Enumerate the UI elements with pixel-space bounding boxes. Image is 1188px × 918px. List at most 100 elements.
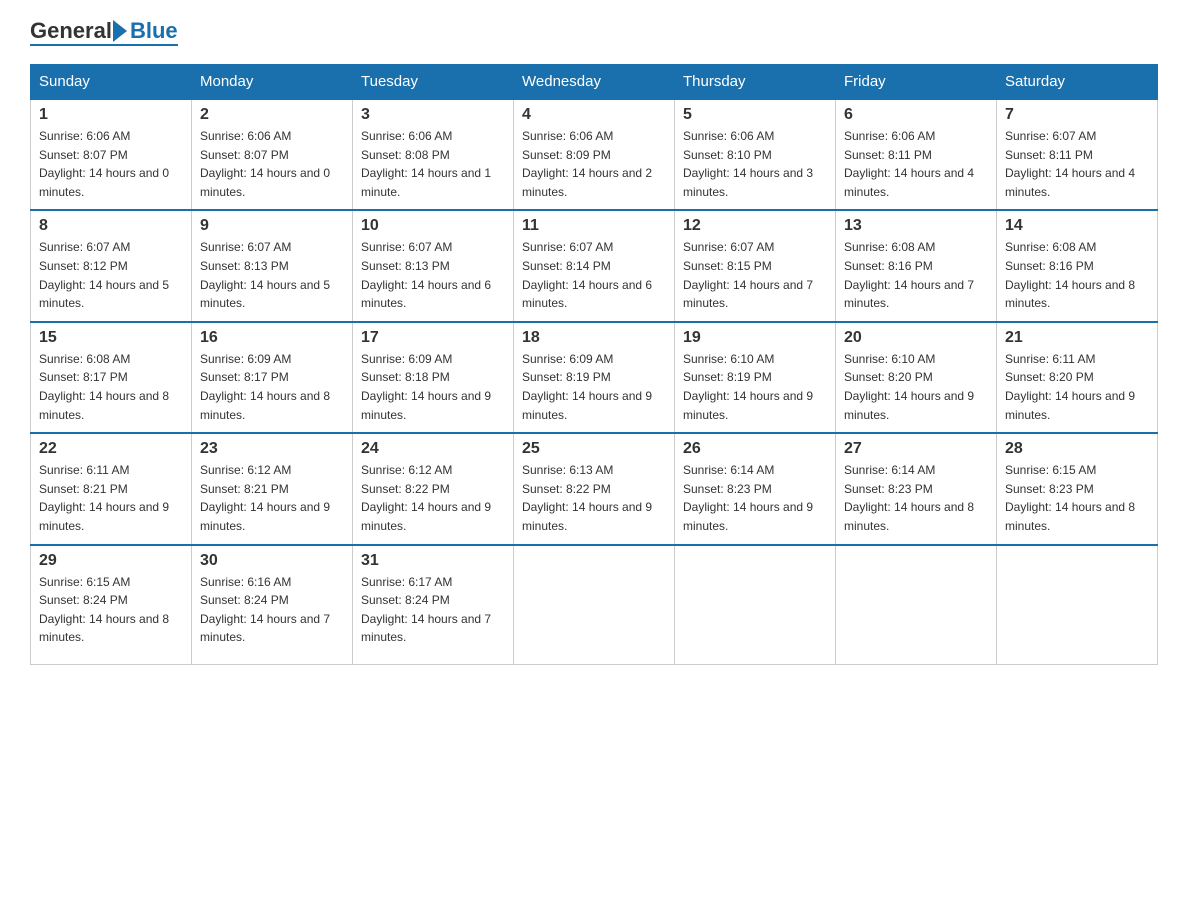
day-info: Sunrise: 6:09 AMSunset: 8:18 PMDaylight:… — [361, 352, 491, 422]
calendar-cell: 2 Sunrise: 6:06 AMSunset: 8:07 PMDaylight… — [192, 99, 353, 210]
calendar-cell: 23Sunrise: 6:12 AMSunset: 8:21 PMDayligh… — [192, 433, 353, 544]
day-number: 19 — [683, 329, 827, 347]
day-info: Sunrise: 6:08 AMSunset: 8:16 PMDaylight:… — [844, 240, 974, 310]
calendar-cell — [836, 545, 997, 665]
day-number: 6 — [844, 106, 988, 124]
day-info: Sunrise: 6:14 AMSunset: 8:23 PMDaylight:… — [844, 463, 974, 533]
day-number: 29 — [39, 552, 183, 570]
calendar-cell: 18 Sunrise: 6:09 AMSunset: 8:19 PMDayligh… — [514, 322, 675, 433]
calendar-cell: 13 Sunrise: 6:08 AMSunset: 8:16 PMDayligh… — [836, 210, 997, 321]
day-number: 18 — [522, 329, 666, 347]
calendar-cell: 5 Sunrise: 6:06 AMSunset: 8:10 PMDaylight… — [675, 99, 836, 210]
day-number: 16 — [200, 329, 344, 347]
column-header-tuesday: Tuesday — [353, 65, 514, 100]
calendar-cell: 3Sunrise: 6:06 AMSunset: 8:08 PMDaylight… — [353, 99, 514, 210]
day-info: Sunrise: 6:13 AMSunset: 8:22 PMDaylight:… — [522, 463, 652, 533]
column-header-sunday: Sunday — [31, 65, 192, 100]
calendar-cell: 29 Sunrise: 6:15 AMSunset: 8:24 PMDayligh… — [31, 545, 192, 665]
day-info: Sunrise: 6:06 AMSunset: 8:07 PMDaylight:… — [39, 129, 169, 199]
column-header-thursday: Thursday — [675, 65, 836, 100]
calendar-cell: 10 Sunrise: 6:07 AMSunset: 8:13 PMDayligh… — [353, 210, 514, 321]
day-info: Sunrise: 6:14 AMSunset: 8:23 PMDaylight:… — [683, 463, 813, 533]
day-info: Sunrise: 6:08 AMSunset: 8:16 PMDaylight:… — [1005, 240, 1135, 310]
day-info: Sunrise: 6:07 AMSunset: 8:13 PMDaylight:… — [361, 240, 491, 310]
day-info: Sunrise: 6:15 AMSunset: 8:23 PMDaylight:… — [1005, 463, 1135, 533]
day-number: 24 — [361, 440, 505, 458]
day-number: 7 — [1005, 106, 1149, 124]
logo: General Blue — [30, 20, 178, 46]
day-info: Sunrise: 6:09 AMSunset: 8:17 PMDaylight:… — [200, 352, 330, 422]
day-number: 17 — [361, 329, 505, 347]
calendar-cell: 20Sunrise: 6:10 AMSunset: 8:20 PMDayligh… — [836, 322, 997, 433]
calendar-table: SundayMondayTuesdayWednesdayThursdayFrid… — [30, 64, 1158, 665]
day-number: 3 — [361, 106, 505, 124]
page-header: General Blue — [30, 20, 1158, 46]
calendar-cell: 31 Sunrise: 6:17 AMSunset: 8:24 PMDayligh… — [353, 545, 514, 665]
day-number: 11 — [522, 217, 666, 235]
day-number: 28 — [1005, 440, 1149, 458]
day-number: 23 — [200, 440, 344, 458]
calendar-cell: 1 Sunrise: 6:06 AMSunset: 8:07 PMDaylight… — [31, 99, 192, 210]
calendar-cell: 26 Sunrise: 6:14 AMSunset: 8:23 PMDayligh… — [675, 433, 836, 544]
day-number: 1 — [39, 106, 183, 124]
calendar-cell: 6Sunrise: 6:06 AMSunset: 8:11 PMDaylight… — [836, 99, 997, 210]
day-number: 8 — [39, 217, 183, 235]
column-header-friday: Friday — [836, 65, 997, 100]
calendar-cell: 7 Sunrise: 6:07 AMSunset: 8:11 PMDaylight… — [997, 99, 1158, 210]
day-number: 25 — [522, 440, 666, 458]
day-number: 22 — [39, 440, 183, 458]
calendar-cell: 19Sunrise: 6:10 AMSunset: 8:19 PMDayligh… — [675, 322, 836, 433]
calendar-cell: 27 Sunrise: 6:14 AMSunset: 8:23 PMDayligh… — [836, 433, 997, 544]
calendar-cell: 8 Sunrise: 6:07 AMSunset: 8:12 PMDaylight… — [31, 210, 192, 321]
day-info: Sunrise: 6:07 AMSunset: 8:11 PMDaylight:… — [1005, 129, 1135, 199]
day-info: Sunrise: 6:06 AMSunset: 8:07 PMDaylight:… — [200, 129, 330, 199]
day-info: Sunrise: 6:06 AMSunset: 8:09 PMDaylight:… — [522, 129, 652, 199]
day-number: 20 — [844, 329, 988, 347]
day-number: 14 — [1005, 217, 1149, 235]
day-number: 5 — [683, 106, 827, 124]
day-number: 2 — [200, 106, 344, 124]
calendar-cell: 15Sunrise: 6:08 AMSunset: 8:17 PMDayligh… — [31, 322, 192, 433]
calendar-cell — [997, 545, 1158, 665]
calendar-cell: 11 Sunrise: 6:07 AMSunset: 8:14 PMDayligh… — [514, 210, 675, 321]
calendar-cell: 22 Sunrise: 6:11 AMSunset: 8:21 PMDayligh… — [31, 433, 192, 544]
calendar-cell: 28 Sunrise: 6:15 AMSunset: 8:23 PMDayligh… — [997, 433, 1158, 544]
day-info: Sunrise: 6:15 AMSunset: 8:24 PMDaylight:… — [39, 575, 169, 645]
day-number: 12 — [683, 217, 827, 235]
day-number: 15 — [39, 329, 183, 347]
logo-general-text: General — [30, 20, 112, 42]
day-info: Sunrise: 6:06 AMSunset: 8:10 PMDaylight:… — [683, 129, 813, 199]
calendar-cell: 16 Sunrise: 6:09 AMSunset: 8:17 PMDayligh… — [192, 322, 353, 433]
calendar-cell: 9Sunrise: 6:07 AMSunset: 8:13 PMDaylight… — [192, 210, 353, 321]
logo-underline — [30, 44, 178, 46]
day-number: 4 — [522, 106, 666, 124]
day-info: Sunrise: 6:07 AMSunset: 8:13 PMDaylight:… — [200, 240, 330, 310]
day-number: 13 — [844, 217, 988, 235]
logo-blue-text: Blue — [130, 20, 178, 42]
calendar-cell — [675, 545, 836, 665]
day-info: Sunrise: 6:07 AMSunset: 8:15 PMDaylight:… — [683, 240, 813, 310]
calendar-cell: 25 Sunrise: 6:13 AMSunset: 8:22 PMDayligh… — [514, 433, 675, 544]
calendar-cell: 21Sunrise: 6:11 AMSunset: 8:20 PMDayligh… — [997, 322, 1158, 433]
day-number: 26 — [683, 440, 827, 458]
logo-arrow-icon — [113, 20, 127, 42]
day-info: Sunrise: 6:09 AMSunset: 8:19 PMDaylight:… — [522, 352, 652, 422]
day-info: Sunrise: 6:17 AMSunset: 8:24 PMDaylight:… — [361, 575, 491, 645]
calendar-header-row: SundayMondayTuesdayWednesdayThursdayFrid… — [31, 65, 1158, 100]
day-number: 31 — [361, 552, 505, 570]
day-number: 21 — [1005, 329, 1149, 347]
day-info: Sunrise: 6:16 AMSunset: 8:24 PMDaylight:… — [200, 575, 330, 645]
week-row-2: 8 Sunrise: 6:07 AMSunset: 8:12 PMDaylight… — [31, 210, 1158, 321]
day-info: Sunrise: 6:11 AMSunset: 8:21 PMDaylight:… — [39, 463, 169, 533]
week-row-5: 29 Sunrise: 6:15 AMSunset: 8:24 PMDayligh… — [31, 545, 1158, 665]
day-info: Sunrise: 6:07 AMSunset: 8:14 PMDaylight:… — [522, 240, 652, 310]
column-header-saturday: Saturday — [997, 65, 1158, 100]
day-number: 10 — [361, 217, 505, 235]
week-row-4: 22 Sunrise: 6:11 AMSunset: 8:21 PMDayligh… — [31, 433, 1158, 544]
calendar-cell: 24Sunrise: 6:12 AMSunset: 8:22 PMDayligh… — [353, 433, 514, 544]
calendar-cell: 17 Sunrise: 6:09 AMSunset: 8:18 PMDayligh… — [353, 322, 514, 433]
column-header-monday: Monday — [192, 65, 353, 100]
day-info: Sunrise: 6:07 AMSunset: 8:12 PMDaylight:… — [39, 240, 169, 310]
calendar-cell: 4 Sunrise: 6:06 AMSunset: 8:09 PMDaylight… — [514, 99, 675, 210]
day-number: 27 — [844, 440, 988, 458]
